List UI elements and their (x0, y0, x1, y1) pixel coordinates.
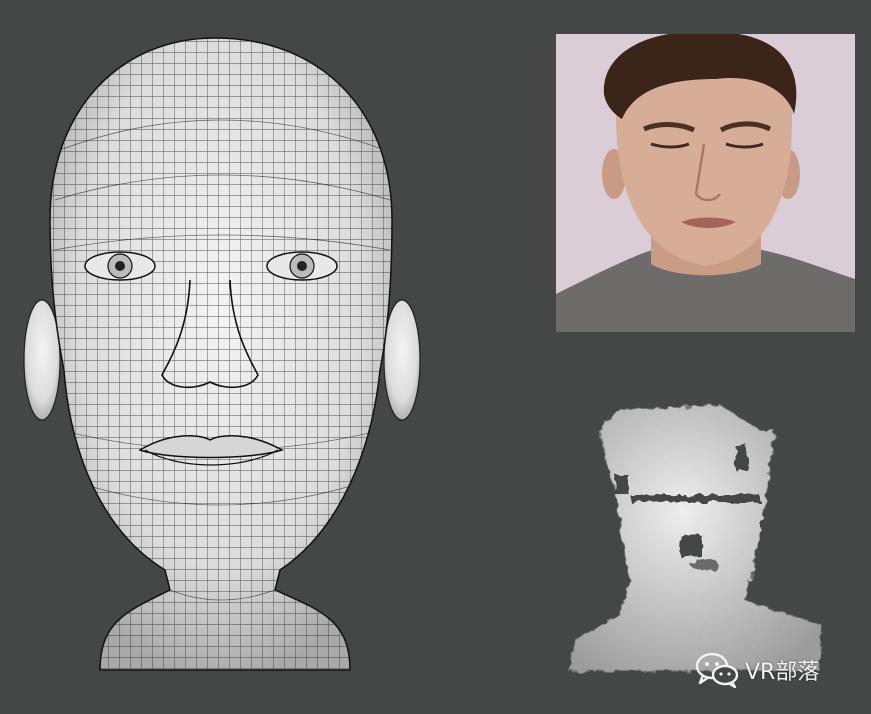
watermark: VR部落 (695, 650, 819, 690)
watermark-text: VR部落 (745, 660, 820, 685)
wireframe-head-mesh (20, 30, 430, 680)
depth-scan-illustration (569, 404, 823, 673)
right-ear (383, 299, 421, 421)
left-ear (23, 299, 61, 421)
right-eye (266, 251, 338, 281)
depth-scan-mesh (560, 400, 830, 680)
webcam-photo (556, 34, 855, 332)
person-photo-illustration (556, 34, 855, 332)
wireframe-head-illustration (23, 37, 421, 671)
left-eye (84, 251, 156, 281)
wechat-icon (695, 652, 739, 688)
